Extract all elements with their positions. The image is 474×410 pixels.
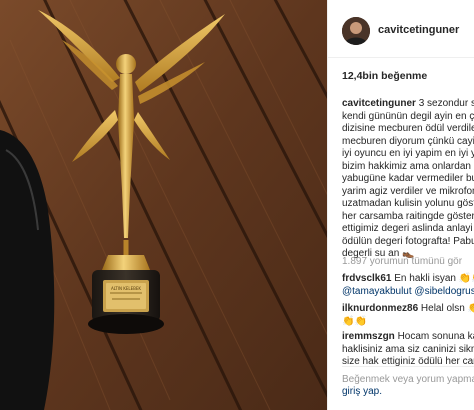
comment-username[interactable]: ilknurdonmez86 — [342, 303, 418, 314]
caption-line: mecburen diyorum çünkü cayi — [342, 135, 474, 147]
caption-line: dizisine mecburen ödül verdile — [342, 123, 474, 134]
divider — [342, 366, 474, 367]
clap-emoji: 👏👏 — [458, 273, 474, 284]
caption-line: yarim agiz verdiler ve mikrofon — [342, 185, 474, 197]
add-comment-prompt: Beğenmek veya yorum yapma — [342, 374, 474, 385]
caption-line: yabugüne kadar vermediler bu — [342, 173, 474, 184]
caption-line: ödülün degeri fotografta! Pabu — [342, 235, 474, 247]
mention-link[interactable]: @tamayakbulut — [342, 286, 412, 297]
comment: iremmszgn Hocam sonuna kad haklisiniz am… — [342, 331, 474, 369]
comment-text: haklisiniz ama siz caninizi sikm — [342, 343, 474, 355]
mention-link[interactable]: @sibeldogruso — [414, 286, 474, 297]
caption-line: uzatmadan kulisin yolunu göst — [342, 198, 474, 209]
trophy-plaque-text: ALTIN KELEBEK — [111, 286, 141, 291]
post-header: cavitcetinguner — [328, 0, 474, 58]
comment-text: Hocam sonuna kad — [397, 331, 474, 342]
comment-text: Helal olsn — [418, 303, 468, 314]
avatar[interactable] — [342, 17, 370, 45]
view-all-comments-link[interactable]: 1.897 yorumun tümünü gör — [342, 256, 462, 267]
caption-line: bizim hakkimiz ama onlardan c — [342, 160, 474, 172]
caption-line: her carsamba raitingde gösteri — [342, 210, 474, 222]
comment-username[interactable]: frdvsclk61 — [342, 273, 391, 284]
comment: ilknurdonmez86 Helal olsn 👏 👏👏 — [342, 303, 474, 328]
clap-emoji: 👏 — [468, 303, 474, 314]
clap-emoji: 👏👏 — [342, 315, 367, 327]
post-username[interactable]: cavitcetinguner — [378, 24, 459, 36]
post-photo[interactable]: ALTIN KELEBEK — [0, 0, 327, 410]
caption-line: ettigimiz degeri aslinda anlayi — [342, 223, 473, 234]
post-side-panel: cavitcetinguner 12,4bin beğenme cavitcet… — [327, 0, 474, 410]
caption-username[interactable]: cavitcetinguner — [342, 98, 416, 109]
comment: frdvsclk61 En hakli isyan 👏👏 @tamayakbul… — [342, 273, 474, 298]
login-link[interactable]: giriş yap. — [342, 386, 382, 397]
comment-text: En hakli isyan — [391, 273, 459, 284]
comment-username[interactable]: iremmszgn — [342, 331, 395, 342]
caption-line: iyi oyuncu en iyi yapim en iyi y — [342, 148, 474, 159]
caption-line: 3 sezondur sa — [418, 98, 474, 109]
like-count[interactable]: 12,4bin beğenme — [342, 70, 427, 82]
post-caption: cavitcetinguner 3 sezondur sa kendi günü… — [342, 98, 474, 261]
caption-line: kendi gününün degil ayin en ç — [342, 110, 474, 122]
